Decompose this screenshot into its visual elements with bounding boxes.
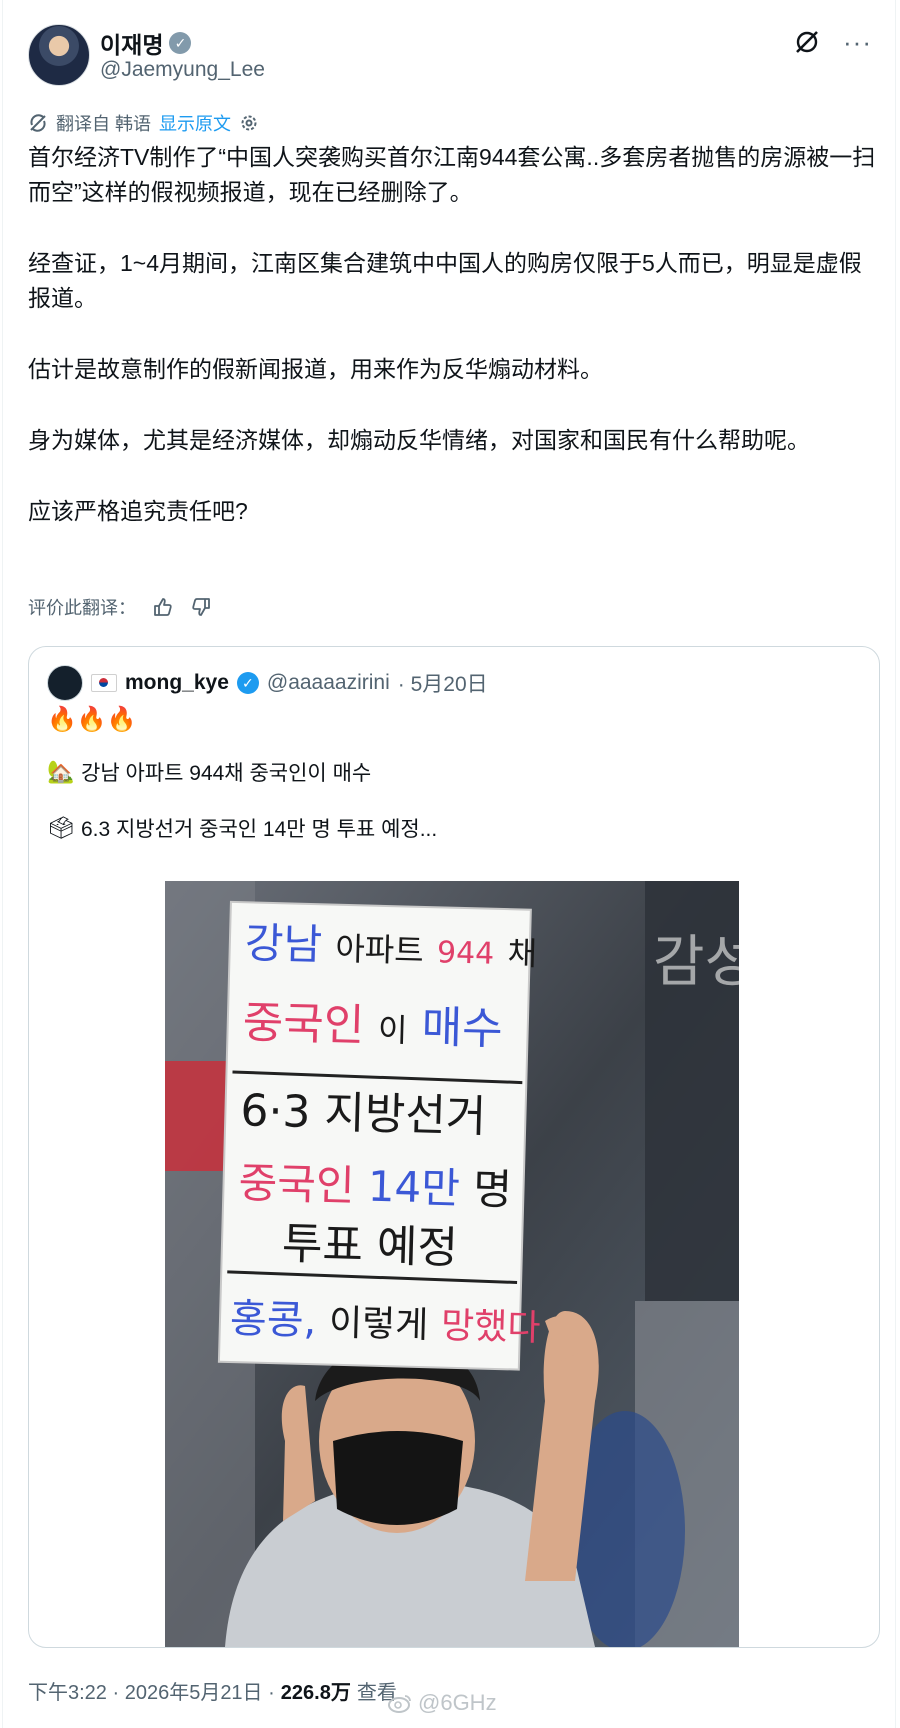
more-options-icon[interactable]: ··· — [843, 28, 872, 56]
author-name[interactable]: 이재명 — [100, 26, 163, 60]
author-avatar[interactable] — [28, 24, 90, 86]
watermark: @6GHz — [388, 1690, 497, 1716]
verified-badge-icon: ✓ — [236, 672, 259, 694]
sign-text: 강남 — [244, 918, 323, 969]
sign-text: 망했다 — [441, 1306, 541, 1350]
thumbs-up-icon[interactable] — [152, 596, 174, 618]
post-paragraph: 估计是故意制作的假新闻报道，用来作为反华煽动材料。 — [28, 356, 603, 382]
show-original-link[interactable]: 显示原文 — [159, 110, 231, 136]
translation-bar: 翻译自 韩语 显示原文 — [28, 110, 259, 136]
right-border — [895, 0, 896, 1728]
translated-from-label: 翻译自 韩语 — [56, 114, 152, 134]
quoted-author-avatar[interactable] — [47, 665, 83, 701]
sign-text: 6·3 지방선거 — [240, 1085, 487, 1142]
sign-text: 매수 — [421, 1002, 503, 1055]
sign-text: 14만 — [367, 1162, 460, 1213]
sign-text: 중국인 — [242, 997, 365, 1051]
rate-translation: 评价此翻译： — [28, 594, 212, 620]
sign-text: 명 — [473, 1164, 513, 1214]
quoted-post-photo[interactable]: 감성 강남 아파트 944 채 — [165, 881, 739, 1647]
street-sign-text: 감성 — [653, 930, 739, 995]
left-border — [2, 0, 3, 1728]
post-header: 이재명 ✓ @Jaemyung_Lee ··· — [28, 22, 872, 86]
quoted-post-header: mong_kye ✓ @aaaaazirini · 5月20日 — [47, 665, 488, 701]
rate-translation-label: 评价此翻译： — [28, 598, 136, 618]
post-paragraph: 身为媒体，尤其是经济媒体，却煽动反华情绪，对国家和国民有什么帮助呢。 — [28, 427, 810, 453]
quoted-author-handle[interactable]: @aaaaazirini — [267, 671, 390, 695]
sign-text: 투표 예정 — [281, 1218, 458, 1274]
post-timestamp[interactable]: 下午3:22 · 2026年5月21日 · — [28, 1676, 275, 1705]
post-paragraph: 首尔经济TV制作了“中国人突袭购买首尔江南944套公寓..多套房者抛售的房源被一… — [28, 144, 876, 205]
protest-photo: 감성 강남 아파트 944 채 — [165, 881, 739, 1647]
quoted-line-2: 🗳 6.3 지방선거 중국인 14만 명 투표 예정... — [47, 813, 437, 843]
post-body: 首尔经济TV制作了“中国人突袭购买首尔江南944套公寓..多套房者抛售的房源被一… — [28, 140, 878, 529]
sign-text: 이 — [378, 1011, 408, 1050]
quoted-line-1-text: 강남 아파트 944채 중국인이 매수 — [81, 762, 372, 785]
sign-text: 채 — [507, 934, 537, 973]
author-name-line: 이재명 ✓ — [100, 26, 192, 60]
post-paragraph: 经查证，1~4月期间，江南区集合建筑中中国人的购房仅限于5人而已，明显是虚假报道… — [28, 250, 862, 311]
quoted-line-2-text: 6.3 지방선거 중국인 14만 명 투표 예정... — [81, 818, 438, 841]
quoted-post-date[interactable]: · 5月20日 — [398, 668, 488, 698]
verified-badge-icon: ✓ — [169, 32, 192, 54]
sign-text: 이렇게 — [328, 1303, 428, 1347]
fire-emojis: 🔥🔥🔥 — [47, 706, 137, 733]
sign-text: 중국인 — [238, 1158, 355, 1210]
quoted-author-name[interactable]: mong_kye — [125, 671, 229, 695]
svg-text:중국인 14만: 중국인 14만 명 — [238, 1158, 513, 1214]
watermark-text: @6GHz — [418, 1690, 497, 1715]
house-icon: 🏡 — [47, 759, 75, 784]
quoted-post[interactable]: mong_kye ✓ @aaaaazirini · 5月20日 🔥🔥🔥 🏡 강남… — [28, 646, 880, 1648]
settings-gear-icon[interactable] — [239, 113, 259, 133]
ballot-box-icon: 🗳 — [47, 815, 75, 840]
weibo-logo-icon — [388, 1695, 411, 1713]
header-actions: ··· — [793, 28, 872, 56]
korea-flag-icon — [91, 674, 117, 692]
quoted-line-1: 🏡 강남 아파트 944채 중국인이 매수 — [47, 757, 371, 787]
post-footer: 下午3:22 · 2026年5月21日 · 226.8万 查看 — [28, 1676, 397, 1705]
grok-icon[interactable] — [793, 28, 821, 56]
svg-text:중국인 이: 중국인 이 매수 — [242, 997, 503, 1055]
author-handle[interactable]: @Jaemyung_Lee — [100, 58, 265, 82]
sign-text: 홍콩, — [229, 1296, 317, 1344]
thumbs-down-icon[interactable] — [190, 596, 212, 618]
sign-text: 아파트 — [335, 930, 424, 970]
post-paragraph: 应该严格追究责任吧? — [28, 498, 248, 524]
sign-text: 944 — [437, 935, 495, 971]
view-count: 226.8万 — [280, 1682, 351, 1704]
translate-icon — [30, 114, 46, 132]
